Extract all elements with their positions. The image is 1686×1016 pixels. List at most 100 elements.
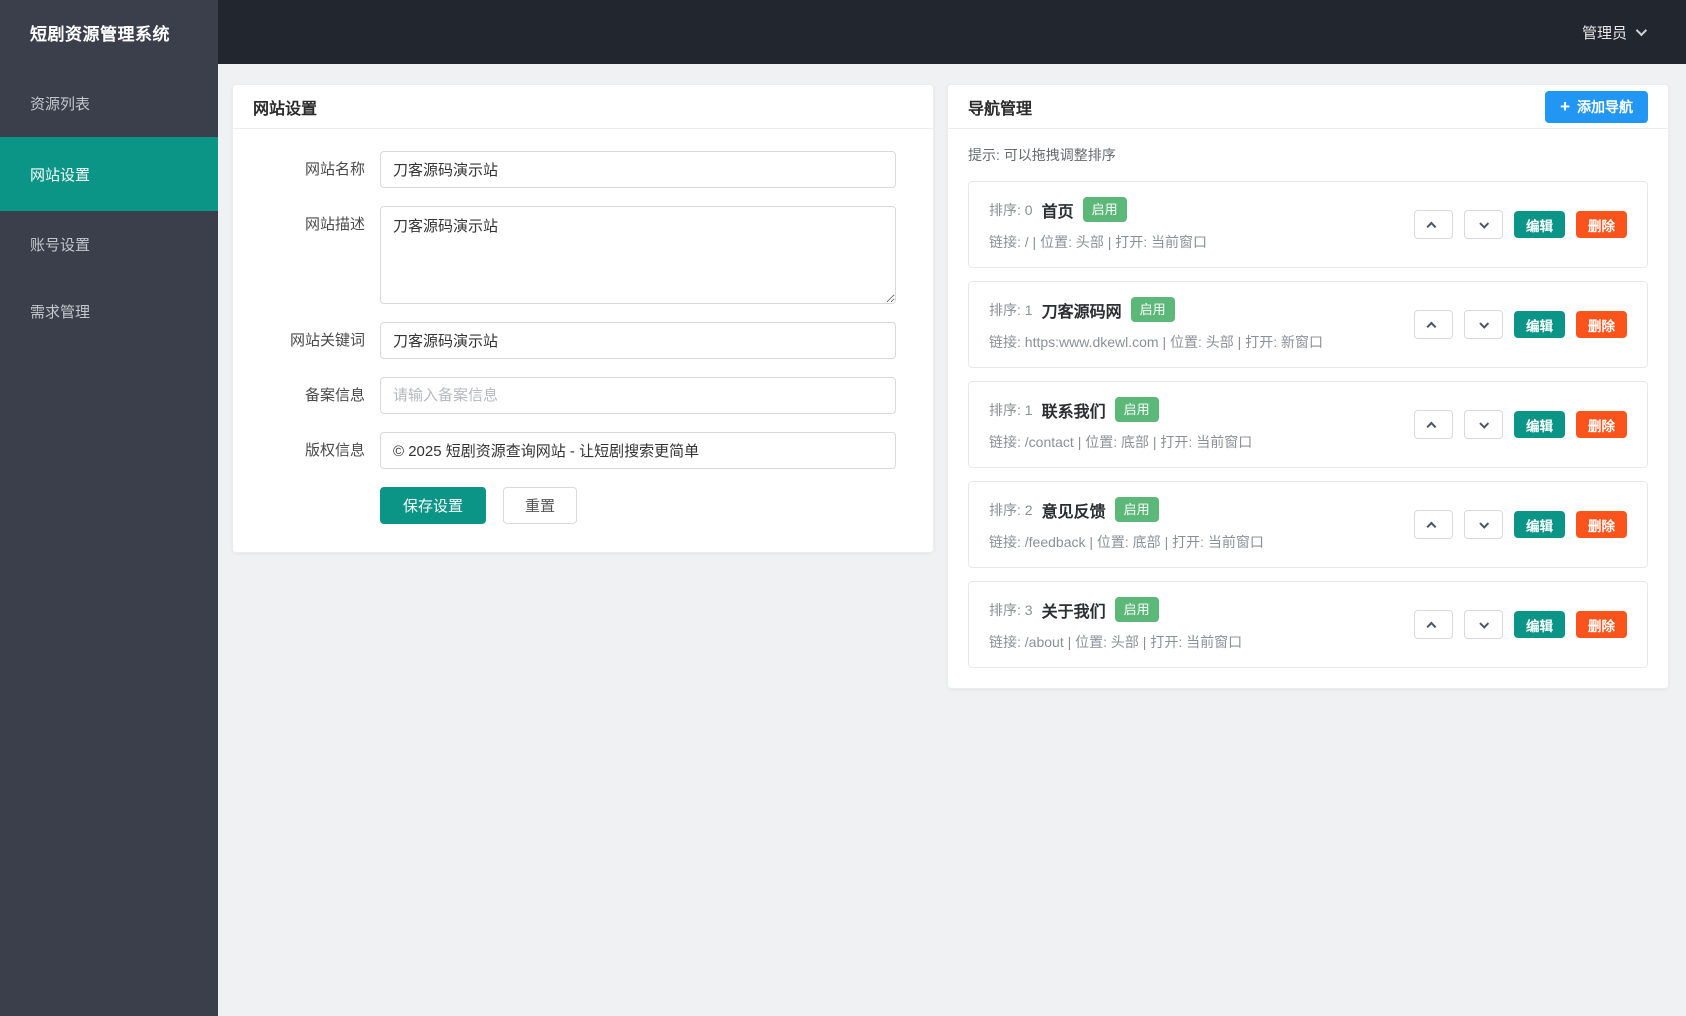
sidebar: 短剧资源管理系统 资源列表 网站设置 账号设置 需求管理 (0, 0, 218, 1016)
sidebar-menu: 资源列表 网站设置 账号设置 需求管理 (0, 64, 218, 345)
delete-button[interactable]: 删除 (1576, 411, 1627, 438)
copyright-label: 版权信息 (304, 442, 365, 459)
nav-sort: 排序: 1 (989, 301, 1033, 318)
arrow-down-icon (1479, 518, 1490, 529)
nav-meta: 链接: https:www.dkewl.com | 位置: 头部 | 打开: 新… (989, 334, 1323, 350)
nav-name: 刀客源码网 (1041, 303, 1122, 321)
user-name: 管理员 (1581, 24, 1627, 42)
topbar: 管理员 (218, 0, 1686, 64)
nav-item-info: 排序: 2 意见反馈 启用 链接: /feedback | 位置: 底部 | 打… (989, 497, 1264, 552)
plus-icon: + (1560, 97, 1570, 116)
move-down-button[interactable] (1464, 510, 1503, 539)
nav-item-about: 排序: 3 关于我们 启用 链接: /about | 位置: 头部 | 打开: … (968, 581, 1648, 668)
icp-input[interactable] (380, 377, 896, 414)
move-down-button[interactable] (1464, 210, 1503, 239)
sidebar-item-resource-list[interactable]: 资源列表 (0, 70, 218, 137)
form-actions: 保存设置 重置 (380, 487, 933, 524)
add-nav-button[interactable]: + 添加导航 (1545, 90, 1648, 123)
arrow-down-icon (1479, 618, 1490, 629)
chevron-down-icon (1635, 24, 1648, 37)
add-nav-label: 添加导航 (1577, 98, 1633, 115)
move-up-button[interactable] (1414, 410, 1453, 439)
status-badge: 启用 (1082, 197, 1127, 222)
move-down-button[interactable] (1464, 310, 1503, 339)
nav-item-info: 排序: 1 联系我们 启用 链接: /contact | 位置: 底部 | 打开… (989, 397, 1252, 452)
nav-meta: 链接: / | 位置: 头部 | 打开: 当前窗口 (989, 234, 1208, 250)
edit-button[interactable]: 编辑 (1514, 211, 1565, 238)
move-up-button[interactable] (1414, 610, 1453, 639)
main-content: 网站设置 网站名称 网站描述 刀客源码演示站 网站关键词 备案信息 版权信息 (218, 64, 1686, 1016)
sidebar-item-demand-management[interactable]: 需求管理 (0, 278, 218, 345)
site-name-label: 网站名称 (304, 161, 365, 178)
site-name-input[interactable] (380, 151, 896, 188)
nav-item-info: 排序: 1 刀客源码网 启用 链接: https:www.dkewl.com |… (989, 297, 1323, 352)
nav-meta: 链接: /feedback | 位置: 底部 | 打开: 当前窗口 (989, 534, 1264, 550)
status-badge: 启用 (1130, 297, 1175, 322)
edit-button[interactable]: 编辑 (1514, 511, 1565, 538)
copyright-input[interactable] (380, 432, 896, 469)
form-row-site-name: 网站名称 (253, 151, 933, 188)
icp-label: 备案信息 (304, 387, 365, 404)
edit-button[interactable]: 编辑 (1514, 411, 1565, 438)
arrow-down-icon (1479, 218, 1490, 229)
status-badge: 启用 (1114, 397, 1159, 422)
nav-management-header: 导航管理 + 添加导航 (948, 85, 1668, 129)
status-badge: 启用 (1114, 497, 1159, 522)
nav-item-contact: 排序: 1 联系我们 启用 链接: /contact | 位置: 底部 | 打开… (968, 381, 1648, 468)
nav-actions: 编辑 删除 (1414, 210, 1627, 239)
nav-management-title: 导航管理 (968, 100, 1033, 118)
user-menu[interactable]: 管理员 (1581, 22, 1648, 43)
site-settings-form: 网站名称 网站描述 刀客源码演示站 网站关键词 备案信息 版权信息 保存设置 (233, 129, 933, 552)
nav-list: 提示: 可以拖拽调整排序 排序: 0 首页 启用 链接: / | 位置: 头部 … (948, 129, 1668, 688)
nav-name: 意见反馈 (1041, 503, 1106, 521)
app-title: 短剧资源管理系统 (30, 24, 170, 44)
nav-sort: 排序: 1 (989, 401, 1033, 418)
arrow-up-icon (1426, 421, 1437, 432)
nav-item-info: 排序: 3 关于我们 启用 链接: /about | 位置: 头部 | 打开: … (989, 597, 1242, 652)
reset-button[interactable]: 重置 (503, 487, 578, 524)
edit-button[interactable]: 编辑 (1514, 311, 1565, 338)
move-up-button[interactable] (1414, 510, 1453, 539)
arrow-down-icon (1479, 318, 1490, 329)
arrow-up-icon (1426, 621, 1437, 632)
nav-sort: 排序: 0 (989, 201, 1033, 218)
nav-item-info: 排序: 0 首页 启用 链接: / | 位置: 头部 | 打开: 当前窗口 (989, 197, 1207, 252)
nav-name: 首页 (1041, 203, 1074, 221)
nav-meta: 链接: /about | 位置: 头部 | 打开: 当前窗口 (989, 634, 1243, 650)
move-up-button[interactable] (1414, 310, 1453, 339)
nav-actions: 编辑 删除 (1414, 610, 1627, 639)
delete-button[interactable]: 删除 (1576, 211, 1627, 238)
save-settings-button[interactable]: 保存设置 (380, 487, 487, 524)
arrow-up-icon (1426, 321, 1437, 332)
site-description-label: 网站描述 (304, 216, 365, 233)
edit-button[interactable]: 编辑 (1514, 611, 1565, 638)
delete-button[interactable]: 删除 (1576, 511, 1627, 538)
arrow-up-icon (1426, 221, 1437, 232)
site-description-textarea[interactable]: 刀客源码演示站 (380, 206, 896, 304)
nav-name: 联系我们 (1041, 403, 1106, 421)
move-down-button[interactable] (1464, 410, 1503, 439)
move-down-button[interactable] (1464, 610, 1503, 639)
nav-sort: 排序: 2 (989, 501, 1033, 518)
site-keywords-label: 网站关键词 (289, 332, 365, 349)
nav-meta: 链接: /contact | 位置: 底部 | 打开: 当前窗口 (989, 434, 1253, 450)
nav-actions: 编辑 删除 (1414, 410, 1627, 439)
arrow-up-icon (1426, 521, 1437, 532)
delete-button[interactable]: 删除 (1576, 611, 1627, 638)
move-up-button[interactable] (1414, 210, 1453, 239)
nav-item-dkewl: 排序: 1 刀客源码网 启用 链接: https:www.dkewl.com |… (968, 281, 1648, 368)
nav-name: 关于我们 (1041, 603, 1106, 621)
sidebar-item-account-settings[interactable]: 账号设置 (0, 211, 218, 278)
arrow-down-icon (1479, 418, 1490, 429)
sidebar-item-site-settings[interactable]: 网站设置 (0, 137, 218, 211)
nav-actions: 编辑 删除 (1414, 310, 1627, 339)
drag-hint: 提示: 可以拖拽调整排序 (968, 147, 1116, 163)
form-row-icp: 备案信息 (253, 377, 933, 414)
site-settings-header: 网站设置 (233, 85, 933, 129)
nav-management-card: 导航管理 + 添加导航 提示: 可以拖拽调整排序 排序: 0 首页 启用 链接:… (947, 84, 1669, 689)
site-keywords-input[interactable] (380, 322, 896, 359)
nav-item-home: 排序: 0 首页 启用 链接: / | 位置: 头部 | 打开: 当前窗口 编辑… (968, 181, 1648, 268)
delete-button[interactable]: 删除 (1576, 311, 1627, 338)
nav-sort: 排序: 3 (989, 601, 1033, 618)
site-settings-title: 网站设置 (253, 100, 318, 118)
